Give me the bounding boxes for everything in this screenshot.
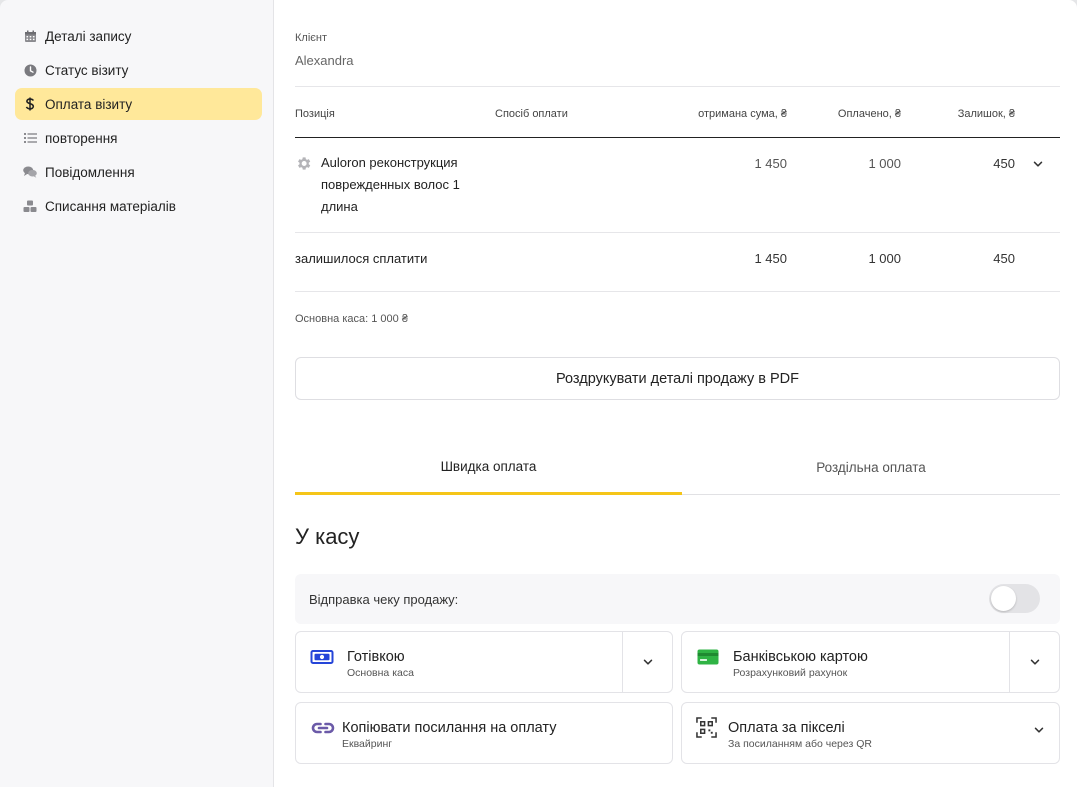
- materials-icon: [23, 199, 37, 213]
- sidebar-item-label: Списання матеріалів: [45, 198, 176, 214]
- payment-panel: Клієнт Alexandra Позиція Спосіб оплати о…: [274, 0, 1077, 787]
- receipt-toggle[interactable]: [989, 584, 1040, 613]
- payment-option-bank-card[interactable]: Банківською картою Розрахунковий рахунок: [681, 631, 1060, 693]
- divider: [295, 232, 1060, 233]
- header-received: отримана сума, ₴: [698, 108, 787, 120]
- sidebar-item-label: повторення: [45, 130, 118, 146]
- qr-scan-icon: [696, 717, 717, 738]
- chevron-down-icon: [643, 659, 652, 665]
- payment-option-subtitle: Розрахунковий рахунок: [733, 667, 848, 679]
- payment-option-subtitle: За посиланням або через QR: [728, 738, 872, 750]
- sidebar-item-label: Повідомлення: [45, 164, 135, 180]
- sidebar-item-messages[interactable]: Повідомлення: [15, 156, 262, 188]
- sidebar-item-visit-status[interactable]: Статус візиту: [15, 54, 262, 86]
- sidebar-item-label: Статус візиту: [45, 62, 129, 78]
- position-name: Auloron реконструкция поврежденных волос…: [321, 155, 460, 214]
- payment-option-subtitle: Основна каса: [347, 667, 414, 679]
- payment-option-pixel[interactable]: Оплата за пікселі За посиланням або чере…: [681, 702, 1060, 764]
- payment-option-title: Готівкою: [347, 649, 405, 665]
- cash-icon: [310, 650, 334, 664]
- chevron-down-icon: [1030, 659, 1039, 665]
- card-icon: [697, 649, 719, 665]
- header-paid: Оплачено, ₴: [837, 108, 901, 120]
- row-received: 1 450: [754, 156, 787, 171]
- tab-quick-payment[interactable]: Швидка оплата: [295, 440, 682, 495]
- chevron-down-icon[interactable]: [1032, 158, 1044, 170]
- row-paid: 1 000: [868, 156, 901, 171]
- total-balance: 450: [993, 251, 1015, 266]
- clock-icon: [23, 63, 37, 77]
- header-payment-method: Спосіб оплати: [495, 108, 568, 120]
- receipt-sending-row: Відправка чеку продажу:: [295, 574, 1060, 624]
- cashier-title: У касу: [295, 524, 360, 549]
- calendar-icon: [23, 29, 37, 43]
- bank-card-options-dropdown[interactable]: [1009, 632, 1059, 692]
- total-label: залишилося сплатити: [295, 251, 428, 266]
- sidebar-item-repeat[interactable]: повторення: [15, 122, 262, 154]
- cash-register-note: Основна каса: 1 000 ₴: [295, 313, 408, 325]
- divider: [295, 86, 1060, 87]
- client-name: Alexandra: [295, 53, 354, 68]
- sidebar-item-label: Деталі запису: [45, 28, 132, 44]
- sidebar-item-materials[interactable]: Списання матеріалів: [15, 190, 262, 222]
- payment-option-title: Копіювати посилання на оплату: [342, 720, 557, 736]
- total-received: 1 450: [754, 251, 787, 266]
- receipt-label: Відправка чеку продажу:: [309, 591, 459, 607]
- sidebar-item-visit-payment[interactable]: Оплата візиту: [15, 88, 262, 120]
- header-position: Позиція: [295, 108, 335, 120]
- chevron-down-icon[interactable]: [1033, 724, 1045, 736]
- row-balance: 450: [993, 156, 1015, 171]
- total-paid: 1 000: [868, 251, 901, 266]
- dollar-icon: [23, 97, 37, 111]
- toggle-knob: [991, 586, 1016, 611]
- payment-option-subtitle: Еквайринг: [342, 738, 393, 750]
- sidebar: Деталі запису Статус візиту Оплата візит…: [0, 0, 274, 787]
- header-balance: Залишок, ₴: [957, 108, 1015, 120]
- chat-icon: [23, 165, 37, 179]
- payment-option-title: Банківською картою: [733, 649, 868, 665]
- gear-icon: [298, 157, 311, 170]
- payment-option-cash[interactable]: Готівкою Основна каса: [295, 631, 673, 693]
- divider: [295, 291, 1060, 292]
- tab-split-payment[interactable]: Роздільна оплата: [682, 440, 1060, 495]
- client-label: Клієнт: [295, 32, 327, 44]
- cash-options-dropdown[interactable]: [622, 632, 672, 692]
- print-pdf-button[interactable]: Роздрукувати деталі продажу в PDF: [295, 357, 1060, 400]
- payment-option-title: Оплата за пікселі: [728, 720, 845, 736]
- sidebar-item-record-details[interactable]: Деталі запису: [15, 20, 262, 52]
- sidebar-item-label: Оплата візиту: [45, 96, 133, 112]
- list-icon: [23, 131, 37, 145]
- payment-option-copy-link[interactable]: Копіювати посилання на оплату Еквайринг: [295, 702, 673, 764]
- link-icon: [311, 722, 335, 734]
- header-divider: [295, 137, 1060, 138]
